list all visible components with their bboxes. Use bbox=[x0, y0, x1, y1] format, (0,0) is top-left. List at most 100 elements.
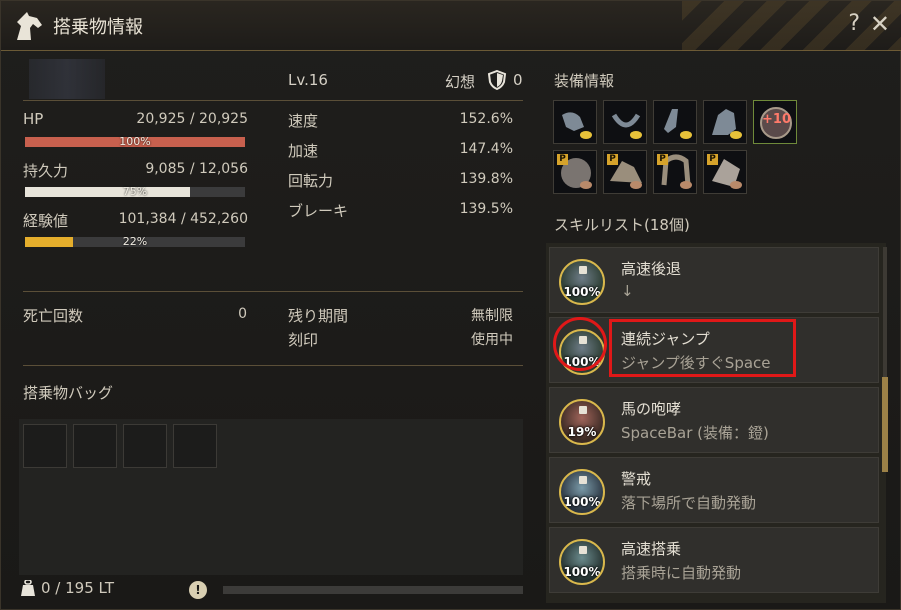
highlight-circle bbox=[553, 317, 607, 371]
horse-head-icon bbox=[17, 12, 42, 40]
visibility-icon bbox=[580, 131, 592, 139]
lock-icon bbox=[579, 546, 587, 554]
skill-desc: 搭乗時に自動発動 bbox=[621, 564, 742, 582]
visibility-icon bbox=[630, 131, 642, 139]
skill-list-title: スキルリスト(18個) bbox=[554, 216, 690, 234]
genso-value: 0 bbox=[513, 71, 523, 89]
stamina-label: 持久力 bbox=[23, 162, 69, 180]
saddle-p-slot[interactable]: P bbox=[603, 150, 647, 194]
premium-badge: P bbox=[607, 154, 618, 165]
skill-name: 高速後退 bbox=[621, 260, 682, 278]
skill-name: 警戒 bbox=[621, 470, 652, 488]
remaining-period-value: 無制限 bbox=[471, 308, 513, 324]
skill-item[interactable]: 19% 馬の咆哮 SpaceBar (装備：鐙) bbox=[549, 387, 879, 453]
divider bbox=[23, 365, 523, 366]
skill-mastery: 19% bbox=[567, 425, 597, 439]
turning-label: 回転力 bbox=[288, 172, 334, 190]
death-count-value: 0 bbox=[238, 306, 247, 322]
skill-icon: 19% bbox=[559, 399, 605, 445]
stamina-percent: 75% bbox=[122, 185, 148, 198]
left-panel: Lv.16 幻想 0 HP 20,925 / 20,925 100% 持久力 9… bbox=[13, 53, 533, 608]
enhance-slot[interactable]: +10 bbox=[753, 100, 797, 144]
skill-desc: 落下場所で自動発動 bbox=[621, 494, 757, 512]
skill-name: 馬の咆哮 bbox=[621, 400, 682, 418]
mount-bag-area bbox=[19, 419, 523, 575]
bag-slot[interactable] bbox=[23, 424, 67, 468]
exp-label: 経験値 bbox=[23, 212, 69, 230]
mount-bag-title: 搭乗物バッグ bbox=[23, 384, 114, 402]
window-title: 搭乗物情報 bbox=[53, 17, 143, 38]
stirrup-p-slot[interactable]: P bbox=[653, 150, 697, 194]
title-decoration bbox=[682, 1, 901, 51]
bag-slot[interactable] bbox=[123, 424, 167, 468]
saddle-icon bbox=[562, 112, 584, 131]
acceleration-value: 147.4% bbox=[459, 141, 513, 157]
stamina-value: 9,085 / 12,056 bbox=[145, 161, 248, 177]
bag-slot[interactable] bbox=[173, 424, 217, 468]
stirrup-icon bbox=[611, 113, 641, 128]
barding-icon bbox=[712, 109, 736, 135]
help-button[interactable]: ? bbox=[848, 11, 860, 36]
armor-p-slot[interactable]: P bbox=[553, 150, 597, 194]
close-button[interactable]: ✕ bbox=[870, 10, 890, 38]
bag-slot[interactable] bbox=[73, 424, 117, 468]
lock-icon bbox=[579, 406, 587, 414]
exp-bar: 22% bbox=[25, 235, 245, 248]
skill-icon: 100% bbox=[559, 539, 605, 585]
premium-badge: P bbox=[707, 154, 718, 165]
skill-item[interactable]: 100% 警戒 落下場所で自動発動 bbox=[549, 457, 879, 523]
acceleration-label: 加速 bbox=[288, 142, 319, 160]
shield-icon bbox=[487, 70, 507, 90]
brake-value: 139.5% bbox=[459, 201, 513, 217]
skill-list[interactable]: 100% 高速後退 ↓ 100% 連続ジャンプ ジャンプ後すぐSpace 19%… bbox=[546, 243, 886, 603]
stamp-label: 刻印 bbox=[288, 331, 319, 349]
horseshoe-slot[interactable] bbox=[653, 100, 697, 144]
stamina-bar: 75% bbox=[25, 185, 245, 198]
mount-info-window: 搭乗物情報 ? ✕ Lv.16 幻想 0 HP 20,925 / 20,925 … bbox=[0, 0, 901, 610]
bag-weight: 0 / 195 LT bbox=[41, 579, 114, 597]
exp-value: 101,384 / 452,260 bbox=[118, 211, 248, 227]
speed-label: 速度 bbox=[288, 112, 319, 130]
mount-level: Lv.16 bbox=[288, 71, 328, 89]
hp-label: HP bbox=[23, 110, 44, 128]
skill-icon: 100% bbox=[559, 259, 605, 305]
skill-desc: SpaceBar (装備：鐙) bbox=[621, 424, 769, 442]
visibility-icon bbox=[580, 181, 592, 189]
exp-percent: 22% bbox=[122, 235, 148, 248]
visibility-icon bbox=[680, 181, 692, 189]
remaining-period-label: 残り期間 bbox=[288, 307, 349, 325]
horseshoe-icon bbox=[664, 109, 678, 133]
title-bar[interactable]: 搭乗物情報 ? ✕ bbox=[1, 1, 901, 51]
weight-bar bbox=[223, 586, 523, 594]
brake-label: ブレーキ bbox=[288, 202, 349, 220]
barding-slot[interactable] bbox=[703, 100, 747, 144]
equipment-title: 装備情報 bbox=[554, 72, 615, 90]
horseshoe-p-slot[interactable]: P bbox=[703, 150, 747, 194]
genso-label: 幻想 bbox=[445, 73, 476, 91]
speed-value: 152.6% bbox=[459, 111, 513, 127]
enhance-level: +10 bbox=[762, 112, 791, 127]
skill-name: 高速搭乗 bbox=[621, 540, 682, 558]
visibility-icon bbox=[730, 131, 742, 139]
premium-badge: P bbox=[557, 154, 568, 165]
divider bbox=[23, 100, 523, 101]
highlight-box bbox=[609, 319, 796, 377]
scrollbar-thumb[interactable] bbox=[882, 377, 888, 472]
hp-percent: 100% bbox=[119, 135, 151, 148]
visibility-icon bbox=[730, 181, 742, 189]
skill-desc: ↓ bbox=[621, 282, 634, 300]
stamp-value: 使用中 bbox=[471, 332, 513, 348]
weight-icon bbox=[21, 580, 35, 596]
skill-mastery: 100% bbox=[563, 285, 601, 299]
saddle-slot[interactable] bbox=[553, 100, 597, 144]
skill-item[interactable]: 100% 高速後退 ↓ bbox=[549, 247, 879, 313]
lock-icon bbox=[579, 266, 587, 274]
skill-item[interactable]: 100% 高速搭乗 搭乗時に自動発動 bbox=[549, 527, 879, 593]
premium-badge: P bbox=[657, 154, 668, 165]
mount-name-redacted bbox=[29, 59, 105, 99]
hp-value: 20,925 / 20,925 bbox=[136, 111, 248, 127]
hp-bar: 100% bbox=[25, 135, 245, 148]
divider bbox=[23, 291, 523, 292]
warning-icon[interactable]: ! bbox=[189, 581, 207, 599]
stirrup-slot[interactable] bbox=[603, 100, 647, 144]
